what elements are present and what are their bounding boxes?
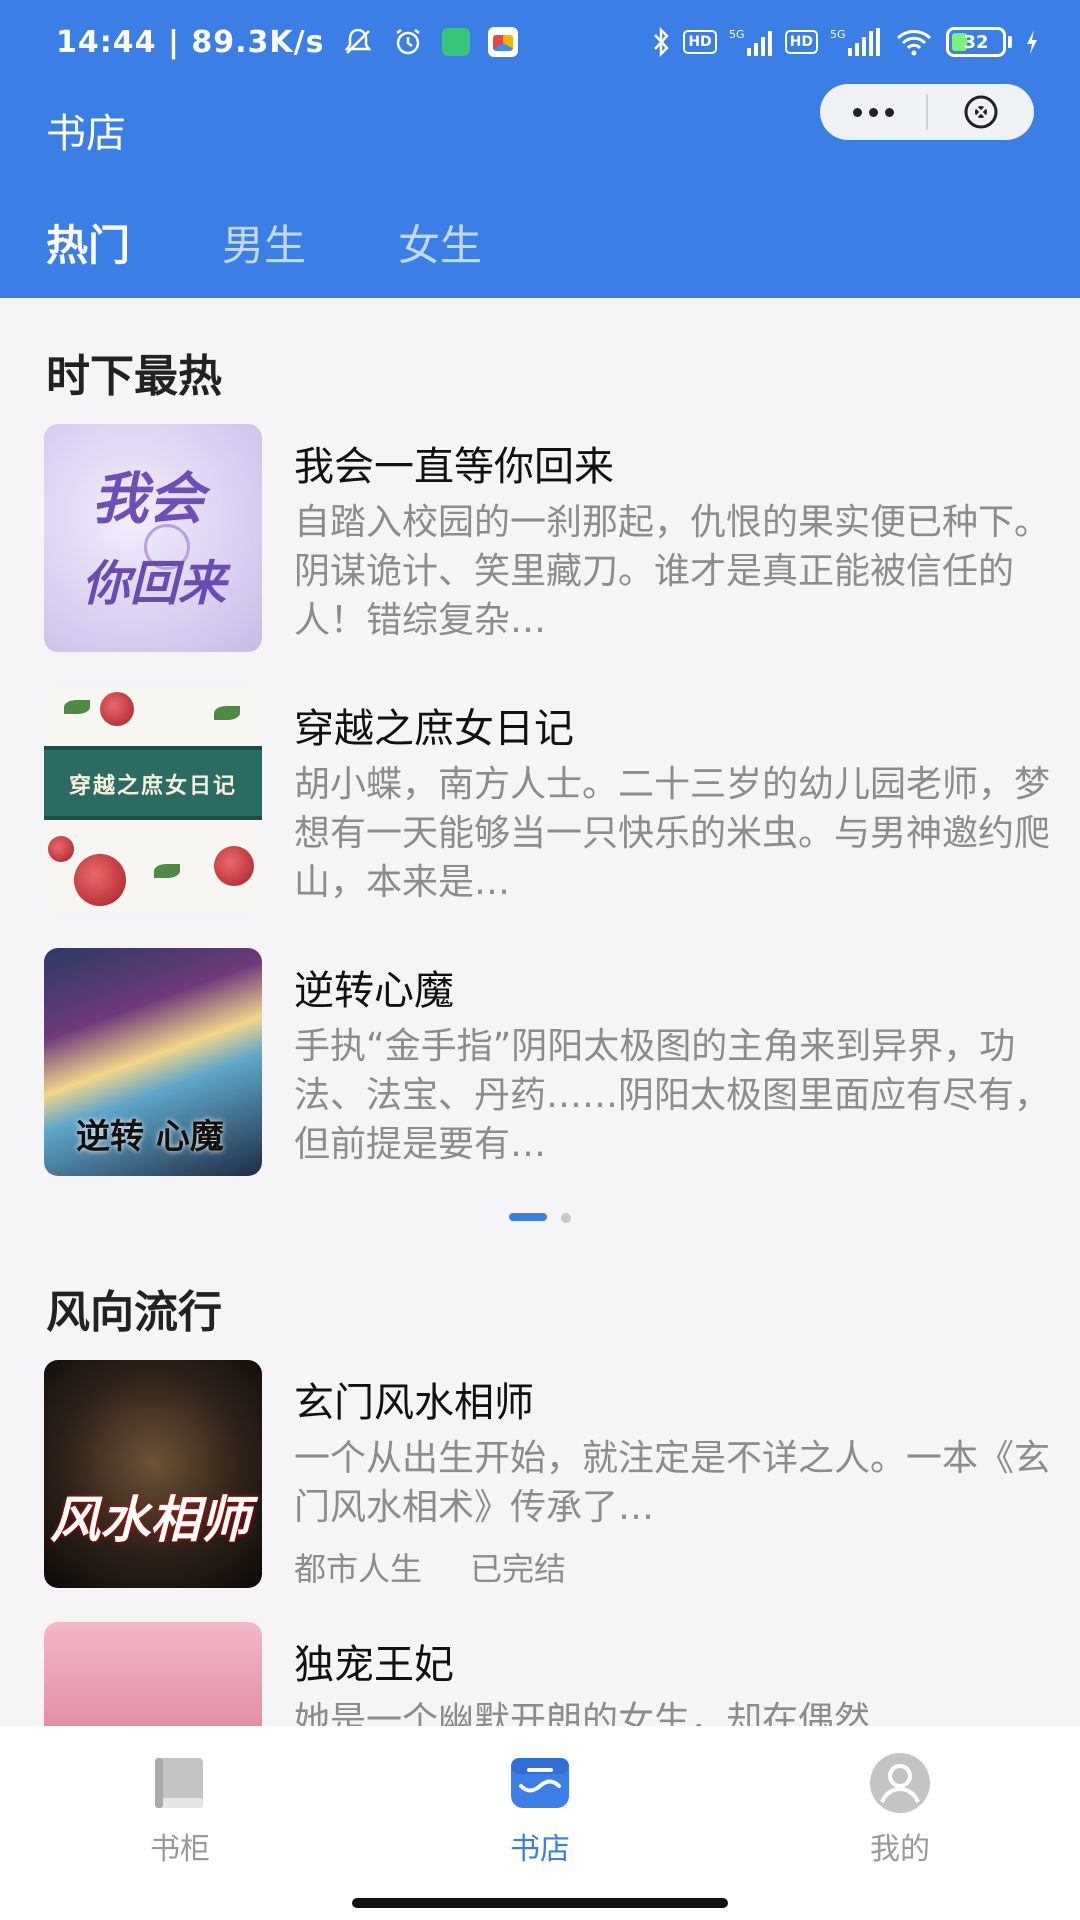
signal-icon: 5G [729,28,772,56]
svg-text:5G: 5G [729,28,745,41]
close-circle-icon [964,95,998,129]
book-cover: 我会 你回来 [44,424,262,652]
section-title-trending: 风向流行 [46,1287,222,1338]
hd-badge: HD [683,30,717,54]
book-card[interactable]: 我会 你回来 我会一直等你回来 自踏入校园的一刹那起，仇恨的果实便已种下。阴谋诡… [44,424,1050,652]
bookstore-content: 时下最热 我会 你回来 我会一直等你回来 自踏入校园的一刹那起，仇恨的果实便已种… [0,298,1080,1726]
book-title: 逆转心魔 [294,968,454,1014]
book-description: 手执“金手指”阴阳太极图的主角来到异界，功法、法宝、丹药……阴阳太极图里面应有尽… [294,1026,1051,1165]
book-description: 一个从出生开始，就注定是不详之人。一本《玄门风水相术》传承了… [294,1438,1051,1528]
app-notification-icon [442,28,471,56]
title-row: 书店 [46,100,126,160]
signal-icon-2: 5G [830,28,880,56]
category-tabs: 热门 男生 女生 [46,212,574,272]
home-indicator[interactable] [352,1898,728,1908]
book-title: 穿越之庶女日记 [294,706,574,752]
book-card[interactable]: 穿越之庶女日记 穿越之庶女日记 胡小蝶，南方人士。二十三岁的幼儿园老师，梦想有一… [44,686,1050,914]
book-cover: 风水相师 [44,1360,262,1588]
bluetooth-icon [654,26,670,58]
battery-cap [1008,36,1012,48]
book-cover: 穿越之庶女日记 [44,686,262,914]
book-title: 独宠王妃 [294,1642,454,1688]
book-card[interactable]: 逆转 心魔 逆转心魔 手执“金手指”阴阳太极图的主角来到异界，功法、法宝、丹药…… [44,948,1050,1176]
book-title: 我会一直等你回来 [294,444,614,490]
more-button[interactable] [820,84,926,140]
svg-text:5G: 5G [830,28,846,41]
pager-dot-active[interactable] [509,1213,547,1221]
book-title: 玄门风水相师 [294,1380,534,1426]
book-card[interactable]: 风水相师 玄门风水相师 一个从出生开始，就注定是不详之人。一本《玄门风水相术》传… [44,1360,1050,1590]
bottom-nav: 书柜 书店 我的 [0,1726,1080,1920]
book-description: 她是一个幽默开朗的女生，却在偶然… [294,1700,907,1726]
book-tags: 都市人生 已完结 [294,1544,566,1590]
pager-dot[interactable] [561,1213,571,1223]
book-description: 胡小蝶，南方人士。二十三岁的幼儿园老师，梦想有一天能够当一只快乐的米虫。与男神邀… [294,764,1051,903]
nav-bookstore[interactable]: 书店 [440,1748,640,1868]
book-status-tag: 已完结 [470,1550,567,1588]
store-icon [505,1748,575,1818]
book-description: 自踏入校园的一刹那起，仇恨的果实便已种下。阴谋诡计、笑里藏刀。谁才是真正能被信任… [294,502,1051,641]
status-time: 14:44 | 89.3K/s [56,24,325,60]
tab-hot[interactable]: 热门 [46,212,130,273]
section-title-hot-now: 时下最热 [46,351,222,402]
alarm-icon [392,26,424,58]
book-cover: 逆转 心魔 [44,948,262,1176]
close-button[interactable] [928,84,1034,140]
book-card[interactable]: 独宠王妃 她是一个幽默开朗的女生，却在偶然… [44,1622,1044,1726]
nav-profile[interactable]: 我的 [800,1748,1000,1868]
app-root: 14:44 | 89.3K/s HD 5G HD 5G 32 书店 热门 男生 … [0,0,1080,1920]
charging-icon [1027,30,1037,54]
profile-icon [865,1748,935,1818]
carousel-pager [0,1213,1080,1223]
book-genre-tag: 都市人生 [294,1550,423,1588]
more-dots-icon [852,107,894,117]
status-right: HD 5G HD 5G 32 [651,20,1040,64]
nav-bookshelf[interactable]: 书柜 [80,1748,280,1868]
hd-badge-2: HD [784,30,818,54]
tab-male[interactable]: 男生 [222,212,306,273]
mute-bell-icon [342,26,374,58]
header: 14:44 | 89.3K/s HD 5G HD 5G 32 书店 热门 男生 … [0,0,1080,298]
book-cover [44,1622,262,1726]
mini-program-capsule [820,84,1034,140]
status-bar: 14:44 | 89.3K/s HD 5G HD 5G 32 [0,0,1080,80]
wifi-icon [896,30,932,56]
battery-icon: 32 [946,27,1006,57]
page-title: 书店 [46,111,126,157]
tab-female[interactable]: 女生 [398,212,482,273]
app-notification-icon-2 [488,27,519,57]
bookshelf-icon [145,1748,215,1818]
status-left: 14:44 | 89.3K/s [56,20,519,64]
